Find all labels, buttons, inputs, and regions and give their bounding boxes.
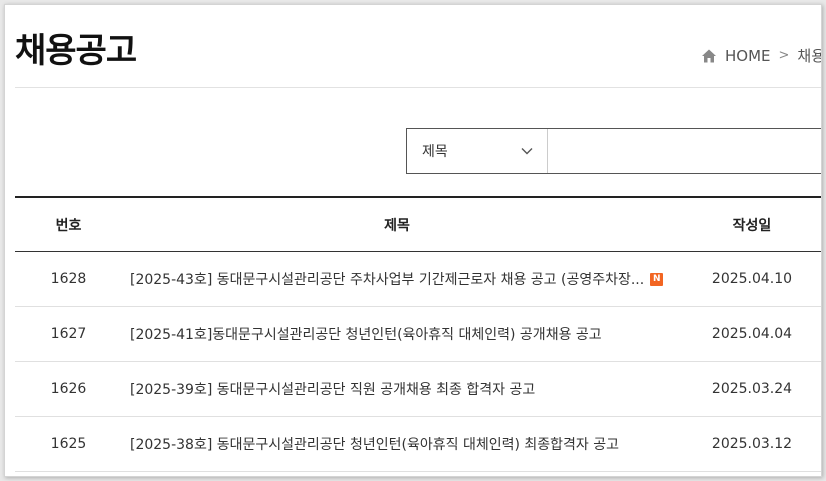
table-header-row: 번호 제목 작성일 (15, 198, 821, 252)
breadcrumb-home[interactable]: HOME (725, 47, 771, 65)
search-bar: 제목 (406, 128, 821, 174)
page-title: 채용공고 (15, 31, 137, 71)
row-date: 2025.04.04 (711, 326, 793, 342)
row-date: 2025.03.24 (711, 381, 793, 397)
row-num: 1625 (50, 436, 87, 452)
header-date: 작성일 (732, 217, 772, 234)
breadcrumb: HOME > 채용 (701, 45, 821, 66)
header-divider (15, 87, 821, 88)
new-badge-icon: N (650, 272, 664, 286)
row-title-cell: [2025-39호] 동대문구시설관리공단 직원 공개채용 최종 합격자 공고 (122, 379, 672, 399)
row-title-cell: [2025-38호] 동대문구시설관리공단 청년인턴(육아휴직 대체인력) 최종… (122, 434, 672, 454)
header-title: 제목 (384, 217, 410, 234)
chevron-down-icon (521, 148, 533, 155)
search-category-value: 제목 (422, 144, 448, 160)
header-num: 번호 (55, 217, 82, 234)
breadcrumb-separator: > (778, 48, 790, 63)
row-title-cell: [2025-41호]동대문구시설관리공단 청년인턴(육아휴직 대체인력) 공개채… (122, 324, 672, 344)
page-frame: 채용공고 HOME > 채용 제목 번호 제목 작성일 1628 [2025-4… (4, 4, 822, 477)
row-num: 1628 (50, 271, 87, 287)
row-title-cell: [2025-43호] 동대문구시설관리공단 주차사업부 기간제근로자 채용 공고… (122, 269, 672, 289)
table-row: 1626 [2025-39호] 동대문구시설관리공단 직원 공개채용 최종 합격… (15, 362, 821, 417)
row-title-link[interactable]: [2025-43호] 동대문구시설관리공단 주차사업부 기간제근로자 채용 공고… (130, 269, 644, 289)
row-title-link[interactable]: [2025-38호] 동대문구시설관리공단 청년인턴(육아휴직 대체인력) 최종… (130, 434, 619, 454)
home-icon[interactable] (701, 48, 717, 64)
search-category-select[interactable]: 제목 (407, 129, 548, 173)
notice-table: 번호 제목 작성일 1628 [2025-43호] 동대문구시설관리공단 주차사… (15, 196, 821, 472)
row-num: 1626 (50, 381, 87, 397)
search-input[interactable] (548, 129, 821, 173)
table-row: 1625 [2025-38호] 동대문구시설관리공단 청년인턴(육아휴직 대체인… (15, 417, 821, 472)
table-row: 1628 [2025-43호] 동대문구시설관리공단 주차사업부 기간제근로자 … (15, 252, 821, 307)
row-date: 2025.03.12 (711, 436, 793, 452)
row-date: 2025.04.10 (711, 271, 793, 287)
breadcrumb-current[interactable]: 채용 (797, 45, 821, 66)
row-num: 1627 (50, 326, 87, 342)
row-title-link[interactable]: [2025-39호] 동대문구시설관리공단 직원 공개채용 최종 합격자 공고 (130, 379, 535, 399)
row-title-link[interactable]: [2025-41호]동대문구시설관리공단 청년인턴(육아휴직 대체인력) 공개채… (130, 324, 602, 344)
table-row: 1627 [2025-41호]동대문구시설관리공단 청년인턴(육아휴직 대체인력… (15, 307, 821, 362)
